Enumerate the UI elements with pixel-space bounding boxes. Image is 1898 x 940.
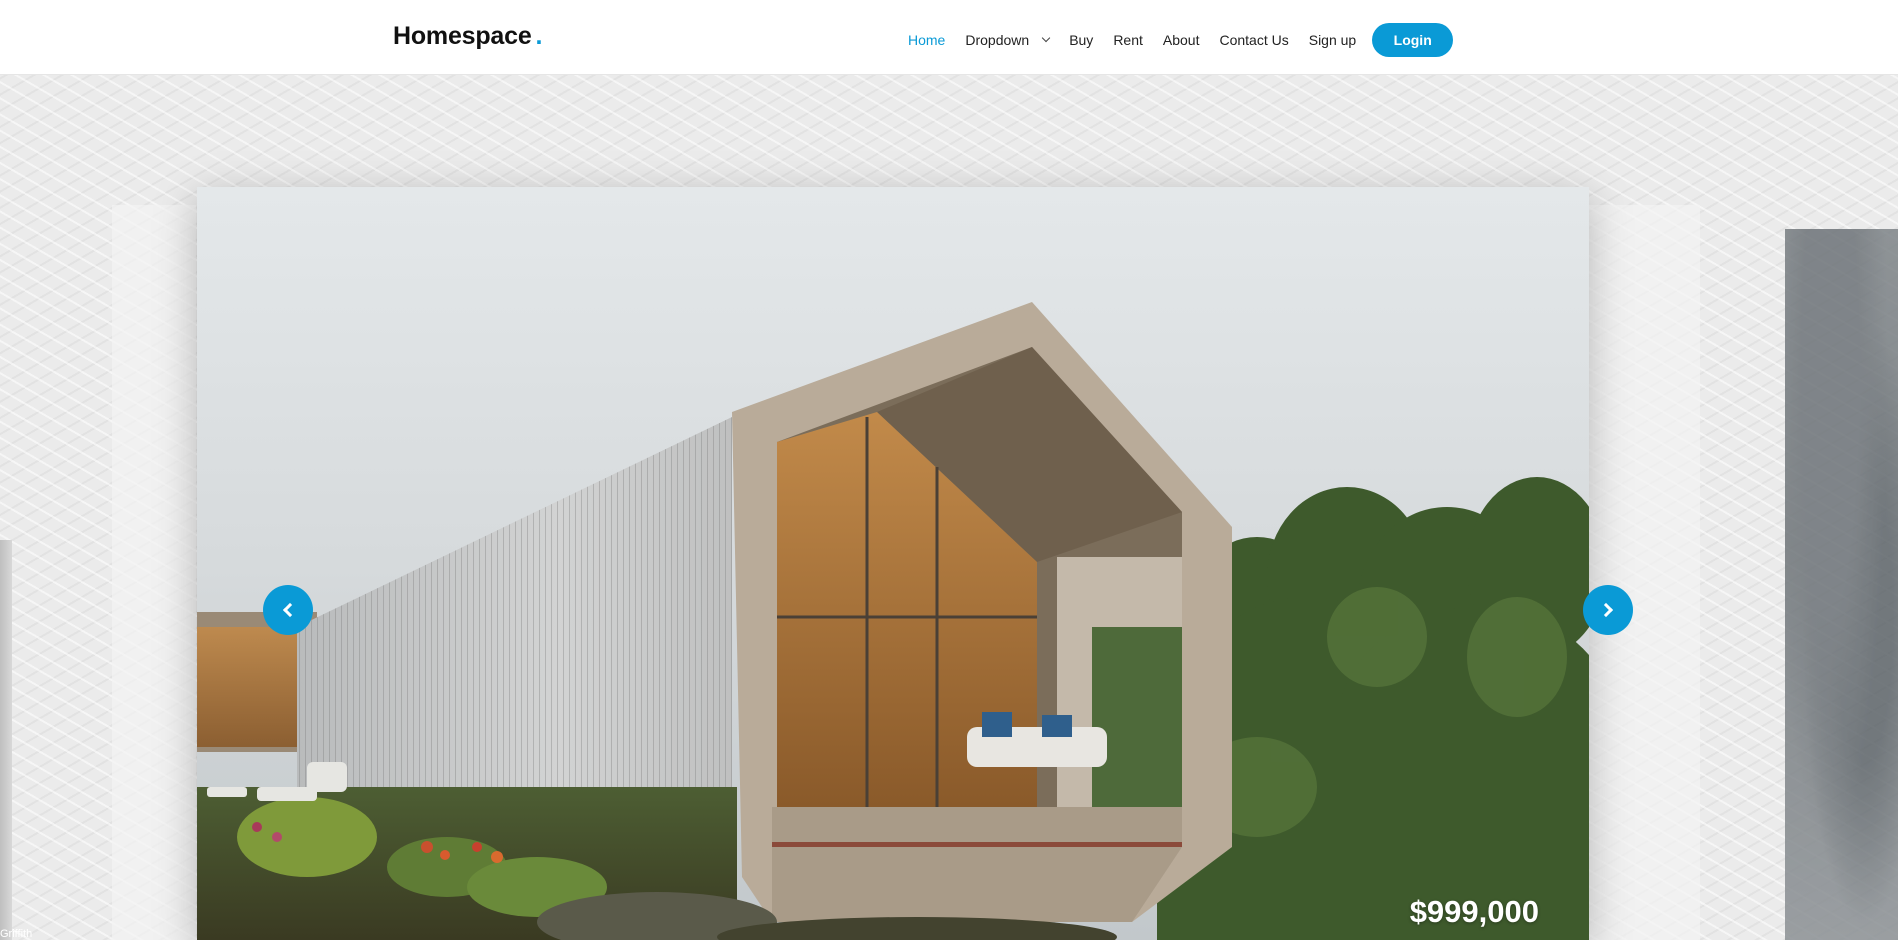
nav-item-rent[interactable]: Rent [1103, 32, 1153, 48]
main-nav: Home Dropdown Buy Rent About Contact Us … [898, 22, 1454, 58]
house-photo [197, 187, 1589, 940]
brand-name: Homespace [393, 22, 532, 50]
carousel-side-panel-left [112, 205, 196, 940]
carousel-current-slide[interactable]: $999,000 [197, 187, 1589, 940]
navbar: Homespace. Home Dropdown Buy Rent About … [0, 0, 1898, 75]
brand-logo[interactable]: Homespace. [393, 22, 542, 51]
nav-item-sign-up[interactable]: Sign up [1299, 32, 1366, 48]
carousel-next-button[interactable] [1583, 585, 1633, 635]
carousel-prev-slide-preview[interactable] [0, 540, 12, 940]
nav-item-about[interactable]: About [1153, 32, 1210, 48]
carousel-prev-button[interactable] [263, 585, 313, 635]
property-price: $999,000 [1409, 894, 1539, 929]
nav-item-home[interactable]: Home [898, 32, 955, 48]
carousel-side-panel-right [1586, 205, 1700, 940]
brand-dot: . [535, 22, 543, 50]
carousel-next-slide-preview[interactable] [1785, 229, 1898, 940]
prev-slide-caption: Griffith [0, 928, 33, 940]
chevron-down-icon [1041, 33, 1051, 43]
nav-item-dropdown[interactable]: Dropdown [955, 32, 1059, 48]
nav-item-buy[interactable]: Buy [1059, 32, 1103, 48]
chevron-left-icon [282, 602, 298, 618]
nav-item-contact-us[interactable]: Contact Us [1209, 32, 1298, 48]
chevron-right-icon [1598, 602, 1614, 618]
login-button[interactable]: Login [1372, 23, 1454, 57]
nav-item-dropdown-label: Dropdown [965, 32, 1030, 48]
hero-carousel: Griffith $999,000 [0, 75, 1898, 940]
